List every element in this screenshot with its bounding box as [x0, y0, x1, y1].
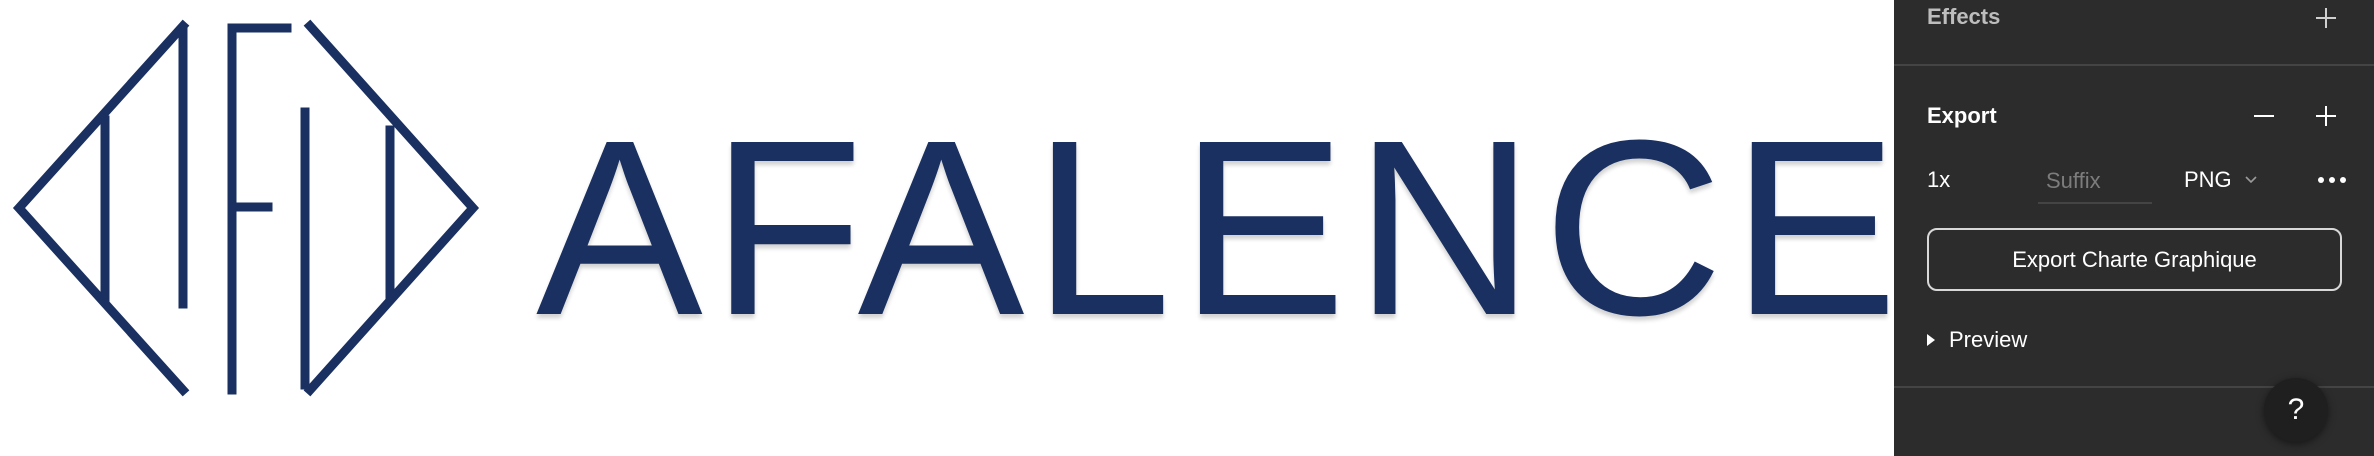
effects-title: Effects: [1927, 4, 2001, 29]
chevron-down-icon: [2245, 176, 2257, 184]
design-canvas[interactable]: AFALENCE: [0, 0, 1894, 456]
ellipsis-icon: [2318, 177, 2324, 183]
export-format-label: PNG: [2184, 167, 2232, 192]
minus-icon: [2254, 115, 2274, 117]
preview-toggle[interactable]: Preview: [1927, 326, 2027, 354]
plus-icon: [2316, 106, 2336, 126]
plus-icon: [2316, 8, 2336, 28]
preview-label: Preview: [1949, 327, 2028, 352]
export-title: Export: [1927, 103, 1997, 128]
help-button[interactable]: ?: [2264, 378, 2328, 442]
caret-right-icon: [1927, 334, 1935, 346]
effects-section: Effects: [1894, 0, 2374, 66]
properties-panel: Effects Export 1x PNG Export Charte Grap…: [1894, 0, 2374, 456]
export-format-select[interactable]: PNG: [2184, 164, 2258, 196]
afalence-wordmark: AFALENCE: [536, 88, 1894, 367]
export-scale-select[interactable]: 1x: [1927, 167, 1950, 193]
remove-export-button[interactable]: [2248, 100, 2280, 132]
afalence-logo-mark: [12, 19, 480, 397]
export-suffix-input[interactable]: [2038, 160, 2152, 204]
add-export-button[interactable]: [2310, 100, 2342, 132]
ellipsis-dot: [2340, 177, 2346, 183]
ellipsis-dot: [2329, 177, 2335, 183]
export-button[interactable]: Export Charte Graphique: [1927, 228, 2342, 291]
add-effect-button[interactable]: [2310, 2, 2342, 34]
export-more-options-button[interactable]: [2312, 164, 2352, 196]
